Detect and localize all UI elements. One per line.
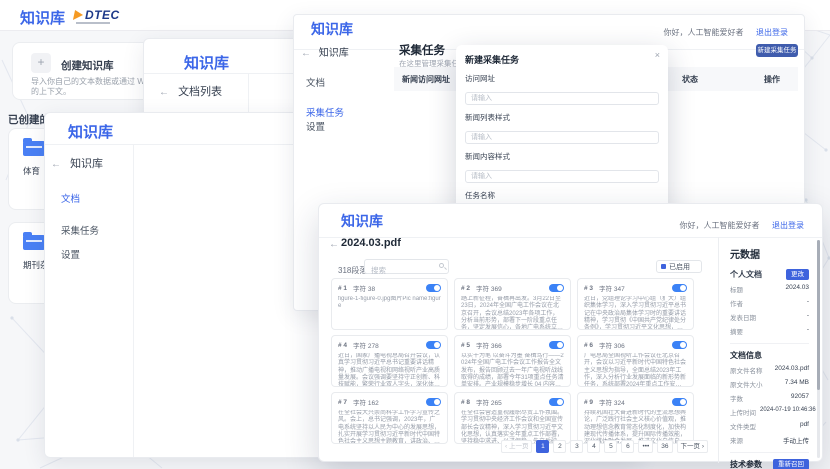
sidebar-item-settings[interactable]: 设置	[61, 247, 80, 261]
page-5[interactable]: 5	[604, 440, 617, 453]
status-filter-chip[interactable]: 已启用	[656, 260, 702, 273]
page-1[interactable]: 1	[536, 440, 549, 453]
chunk-enabled-toggle[interactable]	[549, 284, 564, 292]
field-label-url: 访问网址	[465, 73, 659, 84]
status-dot-icon	[661, 264, 666, 269]
back-doc-list[interactable]: ← 文档列表	[159, 83, 222, 99]
page-title: 采集任务	[399, 42, 445, 58]
new-task-button[interactable]: 新建采集任务	[756, 44, 798, 57]
chunk-card-9[interactable]: # 9字符 324 持续巩固壮大奋进新时代的主流思想舆论，广泛践行社会主义核心价…	[577, 392, 694, 444]
chunk-card-1[interactable]: # 1字符 38 figure-1-figure-0.jpg图片Pic name…	[331, 278, 448, 330]
page-6[interactable]: 6	[621, 440, 634, 453]
back-arrow-icon: ←	[159, 87, 169, 98]
user-area: 你好，人工智能爱好者 退出登录	[664, 22, 788, 40]
greeting-text: 你好，人工智能爱好者	[680, 221, 760, 230]
folder-icon	[23, 235, 45, 250]
logo-arrow-icon	[73, 10, 84, 20]
field-input-url[interactable]	[465, 92, 659, 105]
chunk-enabled-toggle[interactable]	[672, 341, 687, 349]
field-input-list-style[interactable]	[465, 131, 659, 144]
logout-link[interactable]: 退出登录	[772, 221, 804, 230]
edit-metadata-button[interactable]: 更改	[786, 269, 809, 280]
page-4[interactable]: 4	[587, 440, 600, 453]
chunk-enabled-toggle[interactable]	[549, 398, 564, 406]
chunk-card-4[interactable]: # 4字符 278 近日，国家广播电视总局召开会议，认真学习贯彻习近平总书记重要…	[331, 335, 448, 387]
window-brand: 知识库	[184, 52, 229, 73]
back-arrow-icon: ←	[51, 159, 61, 170]
sidebar-item-documents[interactable]: 文档	[61, 191, 80, 205]
metadata-title: 元数据	[730, 246, 809, 261]
plus-icon: +	[31, 53, 51, 73]
dtec-logo: DTEC	[74, 8, 120, 22]
folder-icon	[23, 141, 45, 156]
next-page-button[interactable]: 下一页 ›	[677, 440, 708, 453]
chunk-card-3[interactable]: # 3字符 347 近日，党组理论学习中心组（扩大）组织集体学习，深入学习贯彻习…	[577, 278, 694, 330]
new-task-modal: 新建采集任务 × 访问网址 新闻列表样式 新闻内容样式 任务名称 是否定时执行 …	[456, 45, 668, 221]
window-brand: 知识库	[68, 121, 113, 142]
back-kb[interactable]: ← 知识库	[301, 44, 349, 59]
scrollbar[interactable]	[817, 240, 820, 458]
pagination: ‹ 上一页 1 2 3 4 5 6 ••• 36 下一页 ›	[331, 440, 708, 453]
modal-title: 新建采集任务	[465, 53, 659, 66]
col-status: 状态	[682, 74, 698, 85]
search-input[interactable]	[365, 264, 435, 277]
user-area: 你好，人工智能爱好者 退出登录	[680, 215, 804, 233]
chunk-enabled-toggle[interactable]	[426, 398, 441, 406]
prev-page-button[interactable]: ‹ 上一页	[501, 440, 532, 453]
doc-type-label: 个人文档	[730, 269, 762, 280]
window-brand: 知识库	[341, 211, 383, 231]
chunk-card-8[interactable]: # 8字符 265 在全社会营造重视履职尽责工作氛围。学习贯彻中央经济工作会议和…	[454, 392, 571, 444]
scrollbar-thumb[interactable]	[817, 240, 820, 390]
chunk-enabled-toggle[interactable]	[426, 341, 441, 349]
screen: 知识库 DTEC + 创建知识库 导入你自己的文本数据或通过 Webhook 实…	[0, 0, 830, 469]
tech-params-title: 技术参数	[730, 459, 762, 469]
divider	[730, 343, 809, 344]
document-title: 2024.03.pdf	[341, 237, 401, 249]
chunk-card-7[interactable]: # 7字符 162 在全社会大兴崇尚科学工作学习宣传之风。会上，总书记强调，20…	[331, 392, 448, 444]
re-recall-button[interactable]: 重新召回	[773, 459, 809, 469]
sidebar-item-settings[interactable]: 设置	[306, 119, 325, 133]
metadata-sidebar: 元数据 个人文档 更改 标题2024.03 作者- 发表日期- 摘要- 文档信息…	[718, 237, 817, 463]
document-detail-window: 知识库 你好，人工智能爱好者 退出登录 ← 2024.03.pdf 318段落 …	[318, 203, 823, 462]
chunk-enabled-toggle[interactable]	[672, 398, 687, 406]
col-action: 操作	[764, 74, 780, 85]
back-arrow-icon: ←	[301, 48, 311, 59]
field-label-task-name: 任务名称	[465, 190, 659, 201]
chunk-enabled-toggle[interactable]	[672, 284, 687, 292]
field-input-content-style[interactable]	[465, 170, 659, 183]
back-arrow-icon[interactable]: ←	[329, 239, 339, 250]
sidebar-item-documents[interactable]: 文档	[306, 75, 325, 89]
chunk-enabled-toggle[interactable]	[549, 341, 564, 349]
app-brand: 知识库	[20, 7, 65, 28]
chunk-card-2[interactable]: # 2字符 369 踏上新征程，奋楫再出发。3月22日至23日，2024年全国广…	[454, 278, 571, 330]
field-label-content-style: 新闻内容样式	[465, 151, 659, 162]
sidebar-item-collect-tasks[interactable]: 采集任务	[61, 223, 99, 237]
search-icon	[439, 263, 444, 268]
doc-info-title: 文档信息	[730, 350, 809, 361]
paragraph-count: 318段落	[338, 265, 367, 276]
back-kb[interactable]: ← 知识库	[51, 155, 103, 171]
window-brand: 知识库	[311, 19, 353, 39]
close-icon[interactable]: ×	[655, 50, 660, 60]
page-36[interactable]: 36	[657, 440, 672, 453]
page-3[interactable]: 3	[570, 440, 583, 453]
divider	[730, 452, 809, 453]
chunk-card-5[interactable]: # 5字符 366 以实干为笔 以奋斗为墨 奋楫笃行——2024年全国广电工作会…	[454, 335, 571, 387]
chunk-card-6[interactable]: # 6字符 306 广电总局全国视听工作会议在北京召开，会议以习近平新时代中国特…	[577, 335, 694, 387]
field-label-list-style: 新闻列表样式	[465, 112, 659, 123]
divider	[133, 144, 134, 457]
sidebar-item-collect-tasks[interactable]: 采集任务	[306, 105, 344, 119]
logout-link[interactable]: 退出登录	[756, 28, 788, 37]
chunk-enabled-toggle[interactable]	[426, 284, 441, 292]
chunk-grid: # 1字符 38 figure-1-figure-0.jpg图片Pic name…	[331, 278, 695, 444]
greeting-text: 你好，人工智能爱好者	[664, 28, 744, 37]
create-knowledge-title: 创建知识库	[61, 58, 114, 73]
col-url: 新闻访问网址	[402, 74, 450, 85]
page-ellipsis[interactable]: •••	[638, 440, 653, 453]
logo-tagline-decoration	[76, 22, 110, 24]
page-2[interactable]: 2	[553, 440, 566, 453]
chunk-search-box[interactable]	[364, 259, 449, 274]
